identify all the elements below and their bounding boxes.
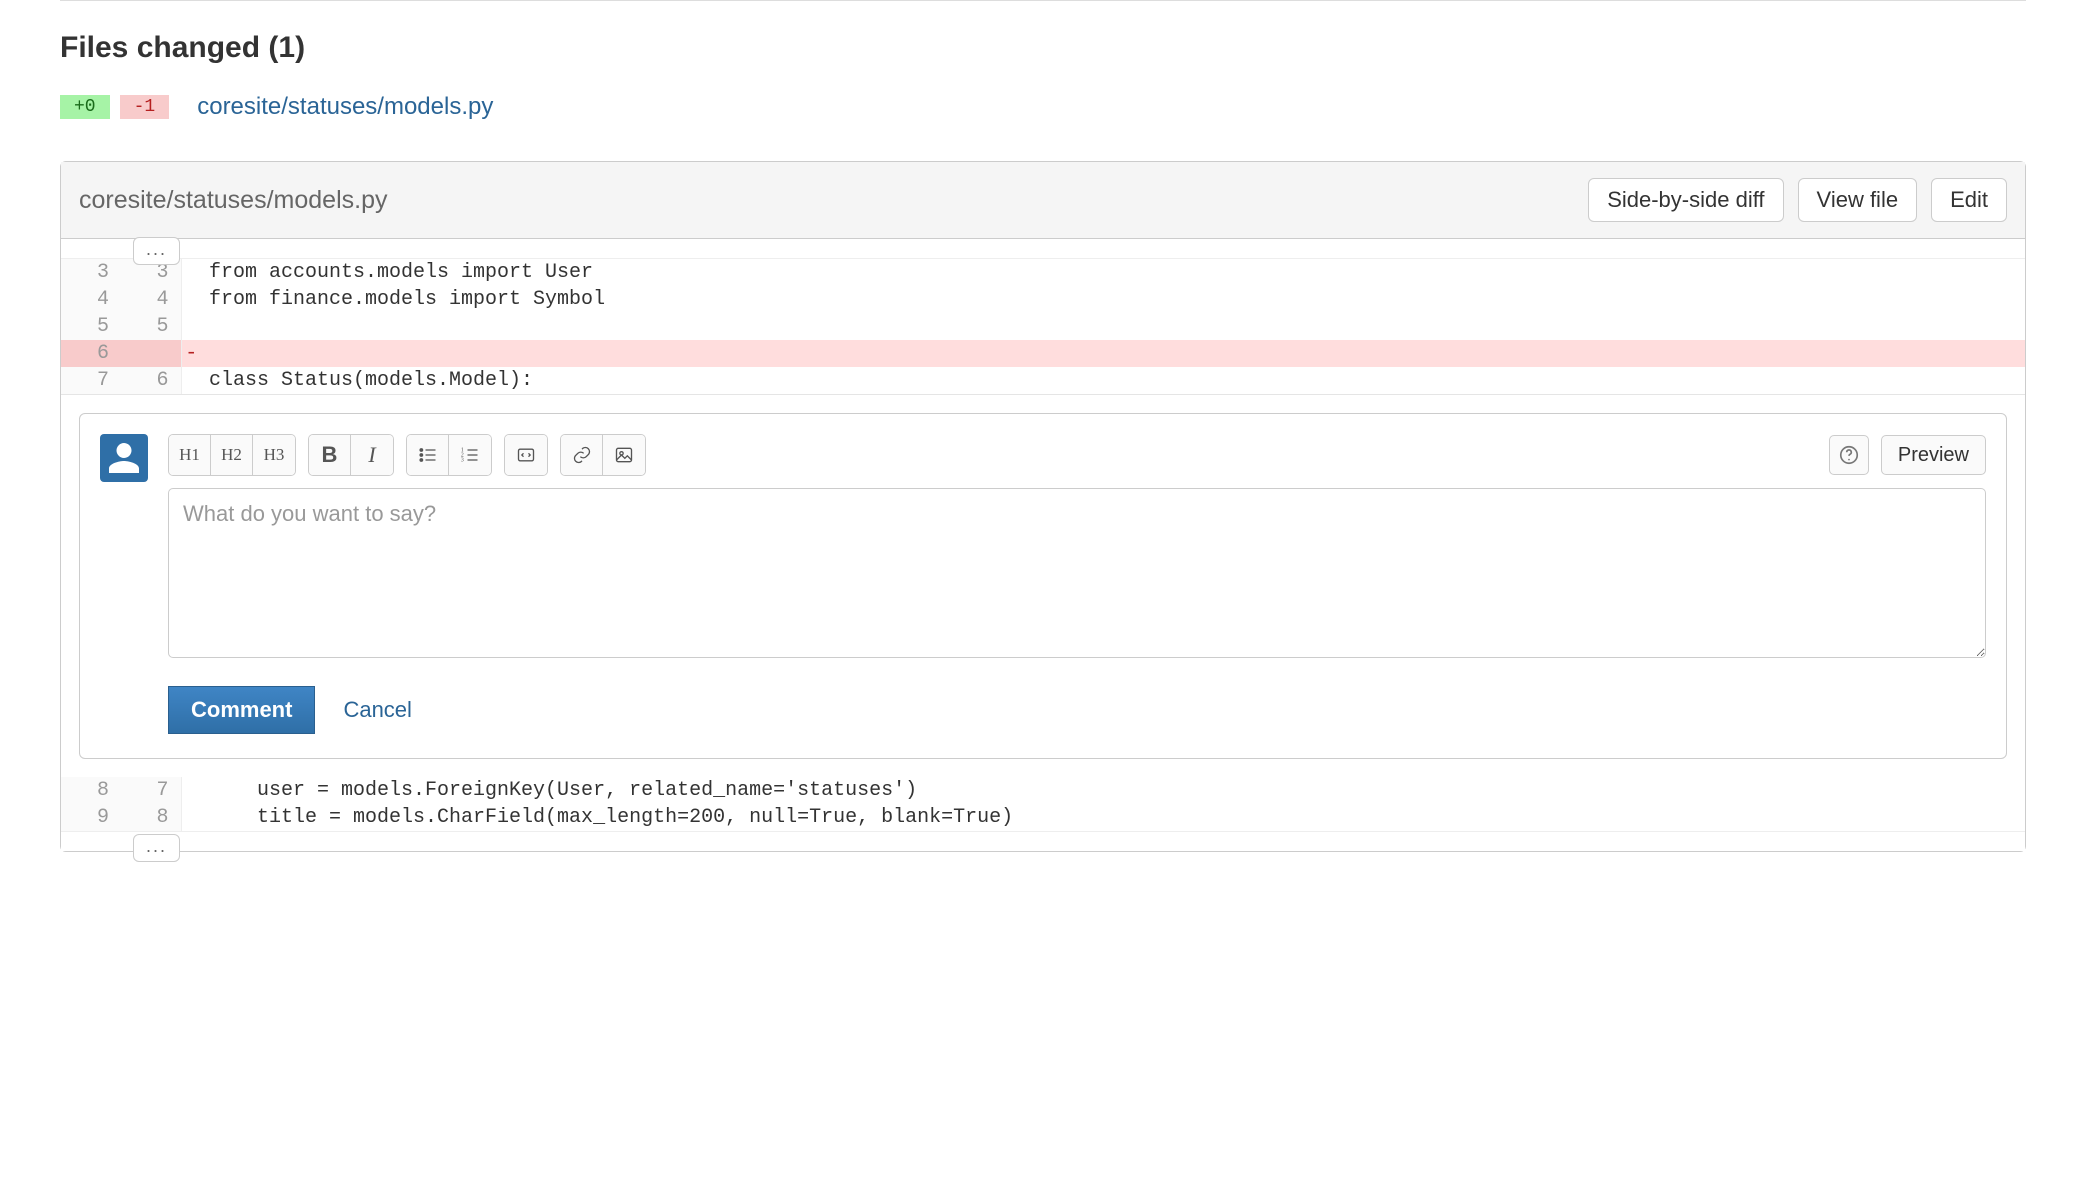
image-icon: [614, 445, 634, 465]
code-content: class Status(models.Model):: [201, 367, 2025, 394]
diff-container: coresite/statuses/models.py Side-by-side…: [60, 161, 2026, 852]
old-line-number: 8: [61, 777, 121, 804]
list-ol-icon: 123: [460, 445, 480, 465]
deletions-badge: -1: [120, 95, 170, 119]
italic-button[interactable]: I: [351, 435, 393, 475]
diff-sign: [181, 777, 201, 804]
code-content: title = models.CharField(max_length=200,…: [201, 804, 2025, 831]
additions-badge: +0: [60, 95, 110, 119]
ordered-list-button[interactable]: 123: [449, 435, 491, 475]
code-content: from finance.models import Symbol: [201, 286, 2025, 313]
old-line-number: 5: [61, 313, 121, 340]
new-line-number: 7: [121, 777, 181, 804]
view-file-button[interactable]: View file: [1798, 178, 1918, 222]
diff-table: 87 user = models.ForeignKey(User, relate…: [61, 777, 2025, 831]
diff-sign: -: [181, 340, 201, 367]
old-line-number: 7: [61, 367, 121, 394]
diff-line[interactable]: 55: [61, 313, 2025, 340]
list-ul-icon: [418, 445, 438, 465]
diff-line[interactable]: 87 user = models.ForeignKey(User, relate…: [61, 777, 2025, 804]
help-button[interactable]: [1829, 435, 1869, 475]
expand-context-top: ...: [61, 239, 2025, 259]
diff-line[interactable]: 98 title = models.CharField(max_length=2…: [61, 804, 2025, 831]
user-icon: [106, 440, 142, 476]
diff-sign: [181, 259, 201, 286]
cancel-comment-button[interactable]: Cancel: [335, 687, 419, 733]
diff-line[interactable]: 76 class Status(models.Model):: [61, 367, 2025, 394]
expand-context-button[interactable]: ...: [133, 834, 180, 862]
code-content: [201, 340, 2025, 367]
side-by-side-button[interactable]: Side-by-side diff: [1588, 178, 1783, 222]
code-button[interactable]: [505, 435, 547, 475]
bold-button[interactable]: B: [309, 435, 351, 475]
new-line-number: 8: [121, 804, 181, 831]
expand-context-button[interactable]: ...: [133, 237, 180, 265]
expand-context-bottom: ...: [61, 831, 2025, 851]
edit-file-button[interactable]: Edit: [1931, 178, 2007, 222]
help-icon: [1838, 444, 1860, 466]
heading1-button[interactable]: H1: [169, 435, 211, 475]
diff-sign: [181, 804, 201, 831]
file-path-link[interactable]: coresite/statuses/models.py: [197, 93, 493, 121]
old-line-number: 4: [61, 286, 121, 313]
unordered-list-button[interactable]: [407, 435, 449, 475]
file-summary: +0 -1 coresite/statuses/models.py: [60, 93, 2026, 121]
link-icon: [572, 445, 592, 465]
code-content: [201, 313, 2025, 340]
diff-table: 33from accounts.models import User44from…: [61, 259, 2025, 394]
code-icon: [516, 445, 536, 465]
new-line-number: 4: [121, 286, 181, 313]
old-line-number: 6: [61, 340, 121, 367]
svg-text:3: 3: [461, 458, 464, 464]
image-button[interactable]: [603, 435, 645, 475]
files-changed-heading: Files changed (1): [60, 31, 2026, 65]
diff-line[interactable]: 6-: [61, 340, 2025, 367]
diff-file-path: coresite/statuses/models.py: [79, 186, 387, 215]
diff-line[interactable]: 33from accounts.models import User: [61, 259, 2025, 286]
heading2-button[interactable]: H2: [211, 435, 253, 475]
old-line-number: 9: [61, 804, 121, 831]
code-content: user = models.ForeignKey(User, related_n…: [201, 777, 2025, 804]
diff-line[interactable]: 44 from finance.models import Symbol: [61, 286, 2025, 313]
submit-comment-button[interactable]: Comment: [168, 686, 315, 734]
link-button[interactable]: [561, 435, 603, 475]
new-line-number: [121, 340, 181, 367]
comment-textarea[interactable]: [168, 488, 1986, 658]
preview-button[interactable]: Preview: [1881, 435, 1986, 475]
inline-comment-panel: H1 H2 H3 B I 123: [61, 394, 2025, 777]
heading3-button[interactable]: H3: [253, 435, 295, 475]
avatar: [100, 434, 148, 482]
old-line-number: 3: [61, 259, 121, 286]
diff-sign: [181, 286, 201, 313]
diff-sign: [181, 367, 201, 394]
editor-toolbar: H1 H2 H3 B I 123: [168, 434, 1986, 476]
code-content: from accounts.models import User: [201, 259, 2025, 286]
new-line-number: 6: [121, 367, 181, 394]
diff-file-header: coresite/statuses/models.py Side-by-side…: [61, 162, 2025, 239]
new-line-number: 5: [121, 313, 181, 340]
diff-sign: [181, 313, 201, 340]
